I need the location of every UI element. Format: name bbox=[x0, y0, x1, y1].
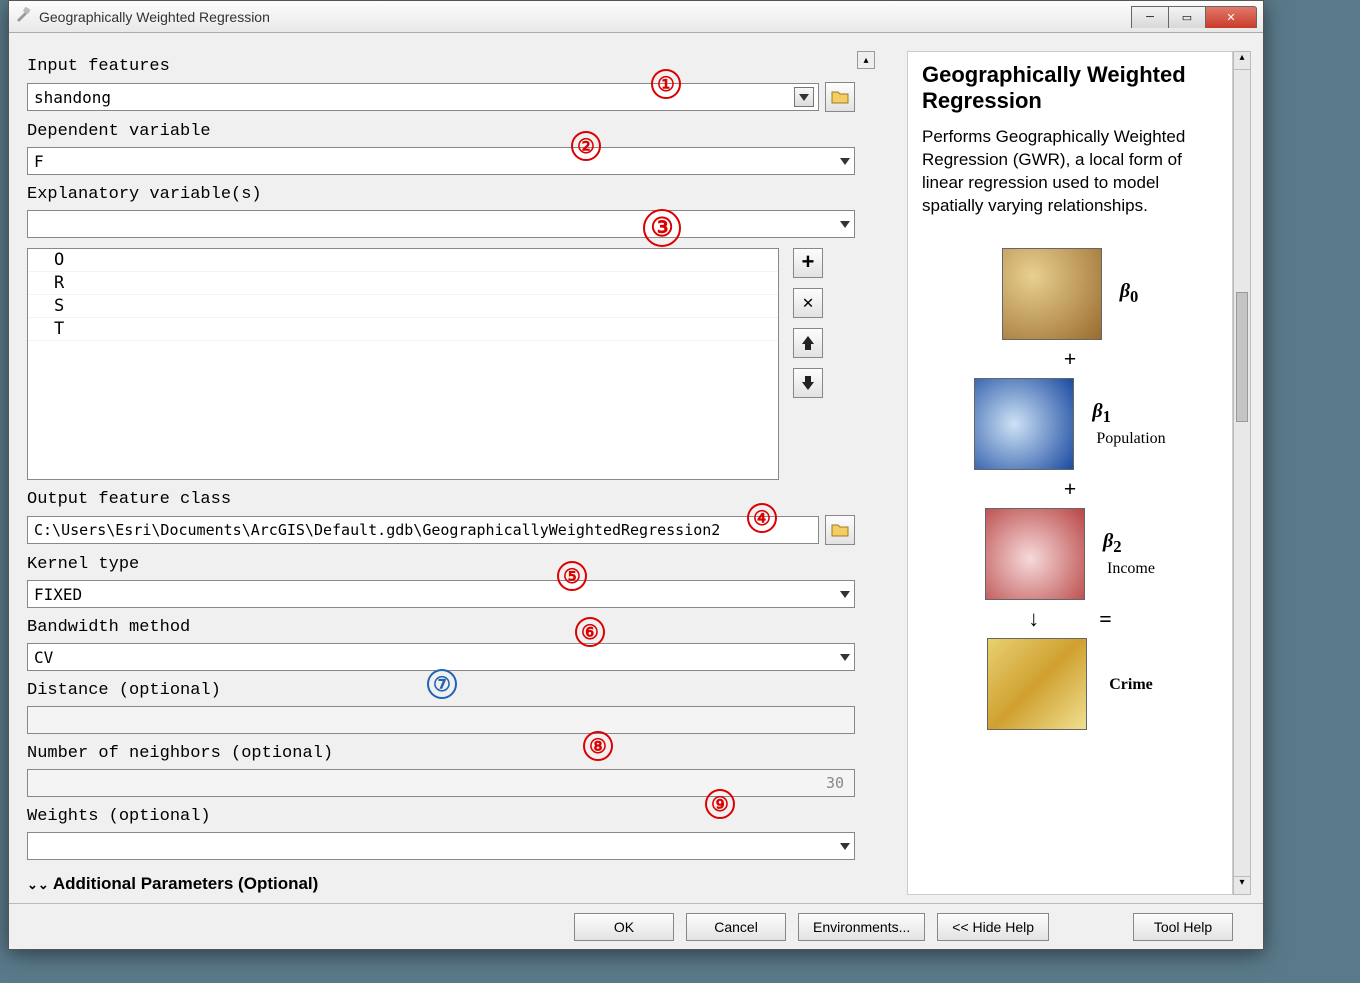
cancel-button[interactable]: Cancel bbox=[686, 913, 786, 941]
list-item[interactable]: S bbox=[28, 295, 778, 318]
additional-params-expander[interactable]: ⌄⌄ Additional Parameters (Optional) bbox=[27, 874, 855, 894]
remove-item-button[interactable]: ✕ bbox=[793, 288, 823, 318]
dropdown-icon bbox=[840, 843, 850, 850]
beta0-label: β0 bbox=[1120, 280, 1139, 302]
neighbors-label: Number of neighbors (optional) bbox=[27, 744, 855, 763]
kernel-type-value: FIXED bbox=[34, 585, 82, 604]
plus-sign: + bbox=[1064, 476, 1077, 502]
tool-help-button[interactable]: Tool Help bbox=[1133, 913, 1233, 941]
close-button[interactable]: ✕ bbox=[1205, 6, 1257, 28]
equals-sign: = bbox=[1099, 606, 1112, 632]
ok-button[interactable]: OK bbox=[574, 913, 674, 941]
output-feature-class-value: C:\Users\Esri\Documents\ArcGIS\Default.g… bbox=[34, 521, 720, 539]
add-item-button[interactable]: + bbox=[793, 248, 823, 278]
plus-sign: + bbox=[1064, 346, 1077, 372]
gwr-dialog-window: Geographically Weighted Regression ─ ▭ ✕… bbox=[8, 0, 1264, 950]
list-item[interactable]: O bbox=[28, 249, 778, 272]
kernel-type-label: Kernel type bbox=[27, 555, 855, 574]
help-panel: Geographically Weighted Regression Perfo… bbox=[877, 51, 1251, 895]
scroll-down-icon[interactable]: ▾ bbox=[1234, 876, 1250, 894]
bandwidth-method-label: Bandwidth method bbox=[27, 618, 855, 637]
output-feature-class-label: Output feature class bbox=[27, 490, 855, 509]
dropdown-icon bbox=[840, 158, 850, 165]
dependent-variable-combo[interactable]: F bbox=[27, 147, 855, 175]
diagram-crime-map bbox=[987, 638, 1087, 730]
minimize-button[interactable]: ─ bbox=[1131, 6, 1169, 28]
beta1-label: β1 bbox=[1092, 400, 1111, 422]
population-label: Population bbox=[1096, 430, 1165, 447]
dropdown-icon[interactable] bbox=[794, 87, 814, 107]
move-up-button[interactable] bbox=[793, 328, 823, 358]
dropdown-icon bbox=[840, 591, 850, 598]
weights-label: Weights (optional) bbox=[27, 807, 855, 826]
input-features-value: shandong bbox=[34, 88, 111, 107]
list-item[interactable]: R bbox=[28, 272, 778, 295]
dropdown-icon bbox=[840, 654, 850, 661]
kernel-type-combo[interactable]: FIXED bbox=[27, 580, 855, 608]
browse-input-button[interactable] bbox=[825, 82, 855, 112]
titlebar[interactable]: Geographically Weighted Regression ─ ▭ ✕ bbox=[9, 1, 1263, 33]
parameters-panel: Input features shandong Dependent variab… bbox=[27, 51, 855, 895]
gwr-diagram: β0 + β1 Population + β2 bbox=[922, 248, 1218, 730]
move-down-button[interactable] bbox=[793, 368, 823, 398]
bandwidth-method-combo[interactable]: CV bbox=[27, 643, 855, 671]
distance-label: Distance (optional) bbox=[27, 681, 855, 700]
beta2-label: β2 bbox=[1103, 530, 1122, 552]
help-title: Geographically Weighted Regression bbox=[922, 62, 1218, 114]
crime-label: Crime bbox=[1109, 676, 1153, 693]
window-title: Geographically Weighted Regression bbox=[39, 9, 1132, 25]
output-feature-class-input[interactable]: C:\Users\Esri\Documents\ArcGIS\Default.g… bbox=[27, 516, 819, 544]
input-features-label: Input features bbox=[27, 57, 855, 76]
neighbors-value: 30 bbox=[826, 774, 844, 792]
scroll-up-button[interactable]: ▴ bbox=[857, 51, 875, 69]
list-item[interactable]: T bbox=[28, 318, 778, 341]
dropdown-icon bbox=[840, 221, 850, 228]
dependent-variable-label: Dependent variable bbox=[27, 122, 855, 141]
environments-button[interactable]: Environments... bbox=[798, 913, 925, 941]
dependent-variable-value: F bbox=[34, 152, 44, 171]
hide-help-button[interactable]: << Hide Help bbox=[937, 913, 1049, 941]
explanatory-variables-label: Explanatory variable(s) bbox=[27, 185, 855, 204]
help-scrollbar[interactable]: ▴ ▾ bbox=[1233, 51, 1251, 895]
neighbors-input[interactable]: 30 bbox=[27, 769, 855, 797]
help-content: Geographically Weighted Regression Perfo… bbox=[907, 51, 1233, 895]
diagram-population-map bbox=[974, 378, 1074, 470]
diagram-income-map bbox=[985, 508, 1085, 600]
explanatory-variable-combo[interactable] bbox=[27, 210, 855, 238]
chevron-down-icon: ⌄⌄ bbox=[27, 877, 49, 892]
hammer-icon bbox=[15, 6, 33, 27]
additional-params-label: Additional Parameters (Optional) bbox=[53, 874, 318, 893]
explanatory-variables-listbox[interactable]: O R S T bbox=[27, 248, 779, 480]
bandwidth-method-value: CV bbox=[34, 648, 53, 667]
maximize-button[interactable]: ▭ bbox=[1168, 6, 1206, 28]
scrollbar-thumb[interactable] bbox=[1236, 292, 1248, 422]
down-arrow-icon: ↓ bbox=[1028, 606, 1039, 632]
diagram-intercept-map bbox=[1002, 248, 1102, 340]
input-features-combo[interactable]: shandong bbox=[27, 83, 819, 111]
browse-output-button[interactable] bbox=[825, 515, 855, 545]
distance-input[interactable] bbox=[27, 706, 855, 734]
help-description: Performs Geographically Weighted Regress… bbox=[922, 126, 1218, 218]
weights-combo[interactable] bbox=[27, 832, 855, 860]
dialog-footer: OK Cancel Environments... << Hide Help T… bbox=[9, 903, 1263, 949]
income-label: Income bbox=[1107, 560, 1155, 577]
scroll-up-icon[interactable]: ▴ bbox=[1234, 52, 1250, 70]
